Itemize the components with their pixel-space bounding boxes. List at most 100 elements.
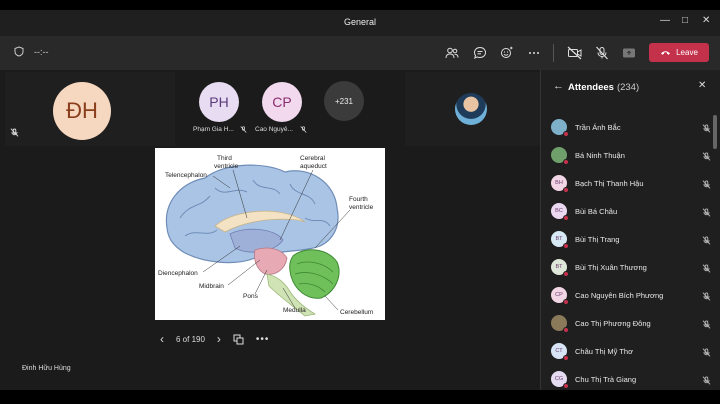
mic-off-icon [702, 288, 711, 306]
maximize-icon[interactable]: □ [682, 15, 688, 26]
previous-slide-icon[interactable]: ‹ [160, 332, 164, 346]
attendee-name: Bùi Bá Châu [575, 206, 618, 216]
more-actions-icon[interactable] [525, 44, 543, 62]
shared-slide: Third ventricle Cerebral aqueduct Telenc… [155, 148, 385, 320]
back-arrow-icon[interactable]: ← [553, 80, 564, 92]
label-cerebral-aqueduct: Cerebral [300, 155, 325, 162]
attendee-row[interactable]: BT Bùi Thị Trang [551, 229, 711, 249]
avatar: CT [551, 343, 569, 361]
attendee-name: Bùi Thị Trang [575, 234, 620, 244]
attendee-row[interactable]: BH Bạch Thị Thanh Hậu [551, 173, 711, 193]
attendee-row[interactable]: Bá Ninh Thuận [551, 145, 711, 165]
avatar-initials: CT [555, 348, 563, 354]
slides-grid-icon[interactable] [233, 334, 244, 345]
status-dot [563, 299, 569, 305]
attendee-row[interactable]: BT Bùi Thị Xuân Thương [551, 257, 711, 277]
mic-off-icon [702, 148, 711, 166]
shield-icon [14, 46, 24, 57]
attendee-row[interactable]: Trần Ánh Bắc [551, 117, 711, 137]
attendee-name: Cao Nguyên Bích Phương [575, 290, 664, 300]
status-dot [563, 327, 569, 333]
brain-diagram: Third ventricle Cerebral aqueduct Telenc… [158, 155, 374, 317]
attendees-title: Attendees [568, 82, 614, 93]
status-dot [563, 243, 569, 249]
attendee-name: Bá Ninh Thuận [575, 150, 625, 160]
avatar: CG [551, 371, 569, 389]
participant-name: Phạm Gia H... [193, 126, 234, 133]
panel-scrollbar[interactable] [713, 115, 717, 149]
leave-button[interactable]: Leave [649, 43, 709, 62]
more-participants-button[interactable]: +231 [324, 81, 364, 121]
label-fourth-ventricle-2: ventricle [349, 204, 374, 211]
chat-icon[interactable] [471, 44, 489, 62]
avatar-initials: CG [554, 376, 564, 382]
people-icon[interactable] [443, 44, 461, 62]
attendee-row[interactable]: CG Chu Thị Trà Giang [551, 369, 711, 389]
mic-off-icon[interactable] [593, 44, 611, 62]
mic-off-icon [702, 316, 711, 334]
status-dot [563, 271, 569, 277]
label-medulla: Medulla [283, 307, 306, 314]
avatar: BT [551, 259, 569, 277]
avatar-initials: BT [555, 236, 563, 242]
label-midbrain: Midbrain [199, 283, 224, 290]
attendees-panel: ← Attendees (234) ✕ Trần Ánh Bắc Bá Ninh T… [540, 70, 720, 390]
window-title-bar: General — □ ✕ [0, 10, 720, 36]
attendee-row[interactable]: CT Châu Thị Mỹ Thơ [551, 341, 711, 361]
participant-tile-large[interactable]: ĐH [5, 72, 175, 146]
status-dot [563, 159, 569, 165]
presenter-name: Đinh Hữu Hùng [22, 365, 71, 372]
avatar [551, 147, 569, 165]
attendee-name: Chu Thị Trà Giang [575, 374, 637, 384]
next-slide-icon[interactable]: › [217, 332, 221, 346]
attendee-name: Châu Thị Mỹ Thơ [575, 346, 633, 356]
attendee-row[interactable]: Cao Thị Phương Đông [551, 313, 711, 333]
more-options-icon[interactable]: ••• [256, 334, 270, 345]
status-dot [563, 187, 569, 193]
participant-video-thumbnail [455, 93, 487, 125]
camera-off-icon[interactable] [566, 44, 584, 62]
window-title: General [343, 17, 377, 27]
avatar: BT [551, 231, 569, 249]
bottom-strip [0, 390, 720, 404]
share-screen-icon[interactable] [620, 44, 638, 62]
avatar-initials: BH [555, 180, 563, 186]
status-dot [563, 131, 569, 137]
mic-off-icon [702, 176, 711, 194]
avatar-initials: BT [555, 264, 563, 270]
attendee-name: Cao Thị Phương Đông [575, 318, 651, 328]
minimize-icon[interactable]: — [660, 15, 670, 26]
avatar: PH [199, 82, 239, 122]
status-dot [563, 383, 569, 389]
avatar [551, 119, 569, 137]
attendee-row[interactable]: BC Bùi Bá Châu [551, 201, 711, 221]
label-fourth-ventricle: Fourth [349, 196, 368, 203]
label-telencephalon: Telencephalon [165, 172, 207, 179]
meeting-stage: ĐH PH Phạm Gia H... CP Cao Nguyê... +231 [0, 70, 540, 390]
slide-counter: 6 of 190 [176, 334, 205, 344]
label-cerebral-aqueduct-2: aqueduct [300, 163, 327, 170]
mic-off-icon [300, 126, 307, 133]
meeting-timer: --:-- [34, 46, 49, 57]
avatar: BH [551, 175, 569, 193]
label-diencephalon: Diencephalon [158, 270, 198, 277]
label-cerebellum: Cerebellum [340, 309, 373, 316]
attendee-name: Bạch Thị Thanh Hậu [575, 178, 644, 188]
close-window-icon[interactable]: ✕ [702, 15, 710, 26]
label-third-ventricle-2: ventricle [214, 163, 239, 170]
attendee-row[interactable]: CP Cao Nguyên Bích Phương [551, 285, 711, 305]
avatar-initials: CP [555, 292, 563, 298]
mic-off-icon [702, 204, 711, 222]
close-panel-icon[interactable]: ✕ [698, 80, 706, 91]
leave-label: Leave [676, 48, 698, 57]
attendees-count: (234) [616, 82, 640, 93]
avatar: CP [551, 287, 569, 305]
panel-title: Attendees (234) [568, 82, 639, 93]
mic-off-icon [702, 344, 711, 362]
participant-name: Cao Nguyê... [255, 126, 293, 133]
reactions-icon[interactable] [498, 44, 516, 62]
mic-off-icon [240, 126, 247, 133]
slide-pager: ‹ 6 of 190 › ••• [160, 332, 269, 346]
avatar-initials: BC [555, 208, 563, 214]
avatar [551, 315, 569, 333]
